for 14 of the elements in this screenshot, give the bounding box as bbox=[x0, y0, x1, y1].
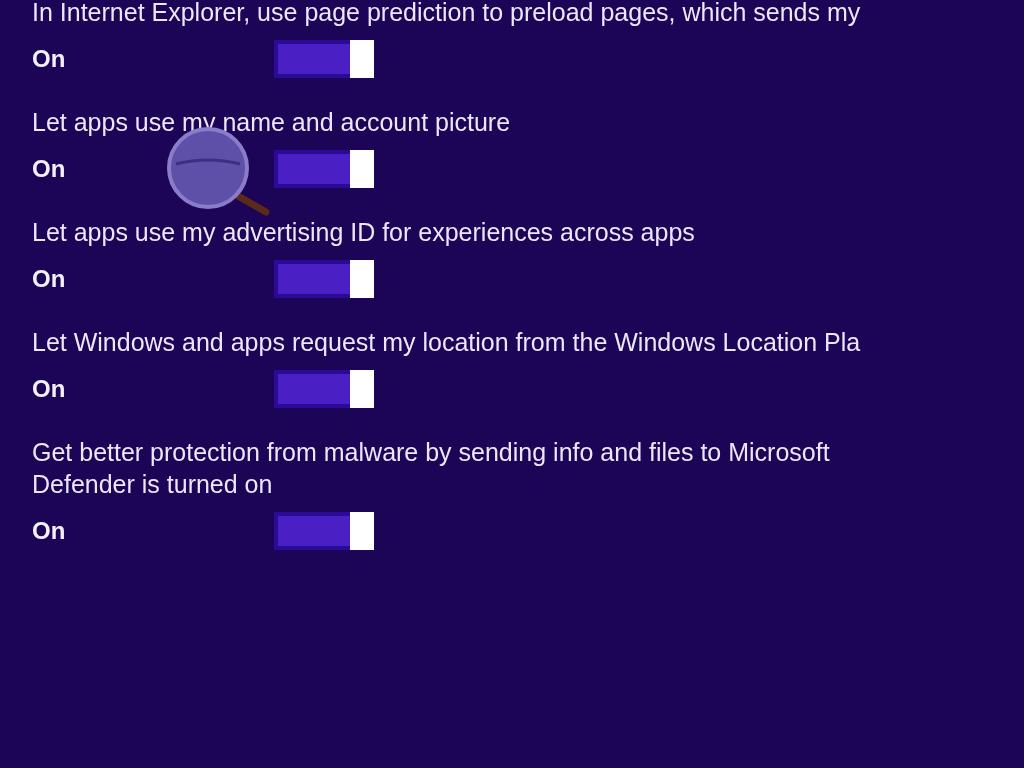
toggle-switch[interactable] bbox=[274, 150, 374, 188]
state-text: On bbox=[32, 45, 67, 73]
toggle-switch[interactable] bbox=[274, 512, 374, 550]
state-text: On bbox=[32, 375, 67, 403]
state-text: On bbox=[32, 265, 67, 293]
state-text: On bbox=[32, 517, 67, 545]
state-text: On bbox=[32, 155, 67, 183]
toggle-switch[interactable] bbox=[274, 370, 374, 408]
setting-label: In Internet Explorer, use page prediction to preload pages, which sends my bbox=[32, 0, 861, 28]
setting-label: Let apps use my advertising ID for experiences across apps bbox=[32, 217, 695, 248]
setting-label: Let Windows and apps request my location from the Windows Location Pla bbox=[32, 327, 861, 358]
toggle-switch[interactable] bbox=[274, 260, 374, 298]
toggle-switch[interactable] bbox=[274, 40, 374, 78]
setting-label: Get better protection from malware by sending info and files to Microsoft Defender is turned on bbox=[32, 437, 830, 500]
